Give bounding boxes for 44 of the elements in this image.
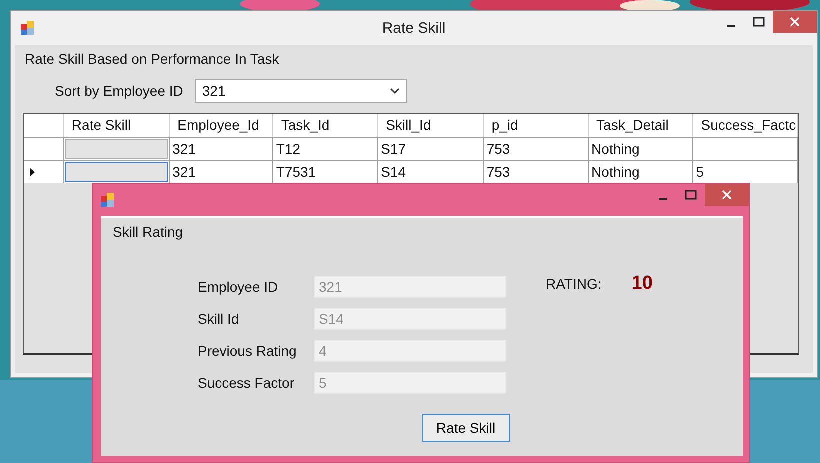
column-header[interactable]: p_id — [484, 114, 589, 137]
close-button[interactable] — [773, 11, 817, 33]
rate-skill-button[interactable]: Rate Skill — [422, 414, 510, 442]
close-button[interactable] — [705, 184, 749, 206]
chevron-down-icon — [390, 88, 400, 94]
table-cell: S17 — [378, 137, 484, 160]
maximize-icon — [685, 190, 697, 200]
column-header[interactable]: Skill_Id — [378, 114, 484, 137]
column-header[interactable]: Task_Id — [273, 114, 378, 137]
table-cell: Nothing — [588, 137, 694, 160]
header-corner — [24, 114, 64, 137]
group-label: Skill Rating — [113, 224, 184, 240]
minimize-icon — [659, 198, 667, 200]
sort-label: Sort by Employee ID — [55, 83, 184, 99]
row-header[interactable] — [24, 160, 64, 183]
table-cell: 321 — [170, 137, 274, 160]
column-header[interactable]: Success_Factc — [693, 114, 798, 137]
table-cell: 321 — [170, 160, 274, 183]
table-cell: 753 — [484, 137, 589, 160]
close-icon — [790, 17, 800, 27]
rating-value: 10 — [632, 273, 653, 295]
field-label: Previous Rating — [198, 343, 298, 359]
table-cell: Nothing — [588, 160, 694, 183]
column-header[interactable]: Rate Skill — [64, 114, 170, 137]
field-label: Skill Id — [198, 311, 240, 327]
table-cell: T12 — [273, 137, 378, 160]
field-label: Success Factor — [198, 375, 296, 391]
employee-dropdown[interactable]: 321 — [195, 79, 408, 103]
close-icon — [722, 190, 732, 200]
rating-label: RATING: — [546, 276, 602, 292]
field-label: Employee ID — [198, 279, 280, 295]
window-title: Rate Skill — [382, 20, 446, 36]
column-header[interactable]: Task_Detail — [588, 114, 694, 137]
app-icon — [21, 21, 35, 35]
table-cell: S14 — [378, 160, 484, 183]
table-cell: T7531 — [273, 160, 378, 183]
form-heading: Rate Skill Based on Performance In Task — [25, 51, 280, 67]
current-row-icon — [30, 168, 35, 176]
app-icon — [101, 193, 115, 207]
minimize-icon — [727, 25, 735, 27]
table-cell: 5 — [693, 160, 798, 183]
maximize-icon — [753, 17, 765, 27]
column-header[interactable]: Employee_Id — [170, 114, 274, 137]
table-cell: 753 — [484, 160, 589, 183]
